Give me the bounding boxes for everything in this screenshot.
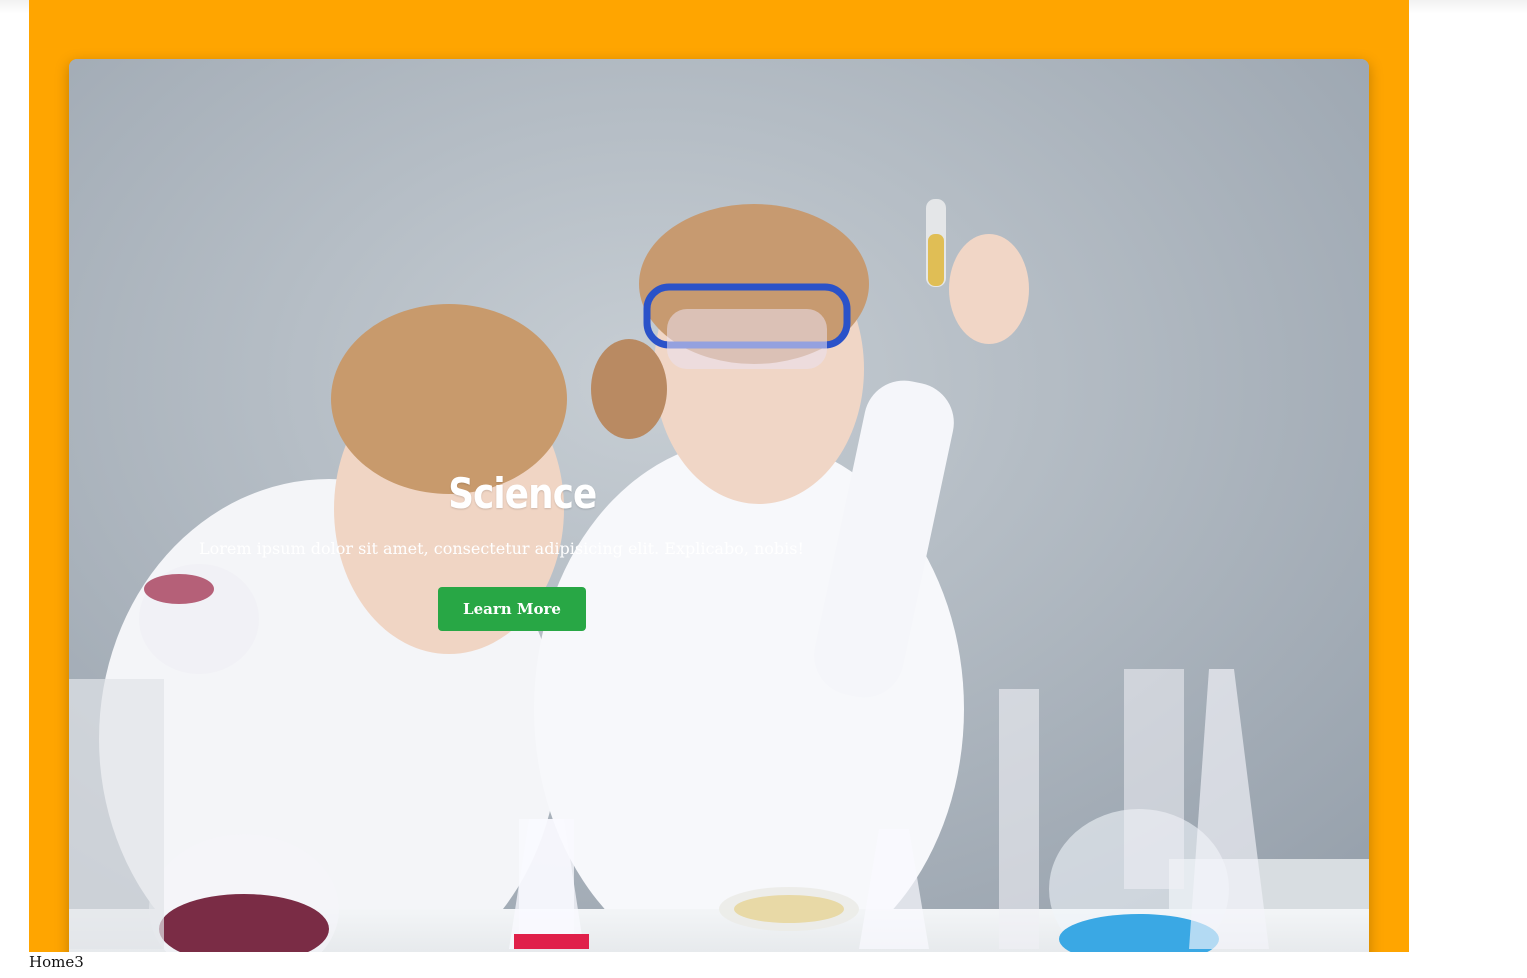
learn-more-button[interactable]: Learn More bbox=[438, 587, 586, 631]
page-label: Home3 bbox=[29, 953, 84, 971]
hero-description: Lorem ipsum dolor sit amet, consectetur … bbox=[199, 539, 804, 558]
hero-section: Science Lorem ipsum dolor sit amet, cons… bbox=[29, 0, 1409, 952]
hero-card: Science Lorem ipsum dolor sit amet, cons… bbox=[69, 59, 1369, 952]
hero-title: Science bbox=[448, 469, 597, 518]
hero-photo bbox=[69, 59, 1369, 952]
